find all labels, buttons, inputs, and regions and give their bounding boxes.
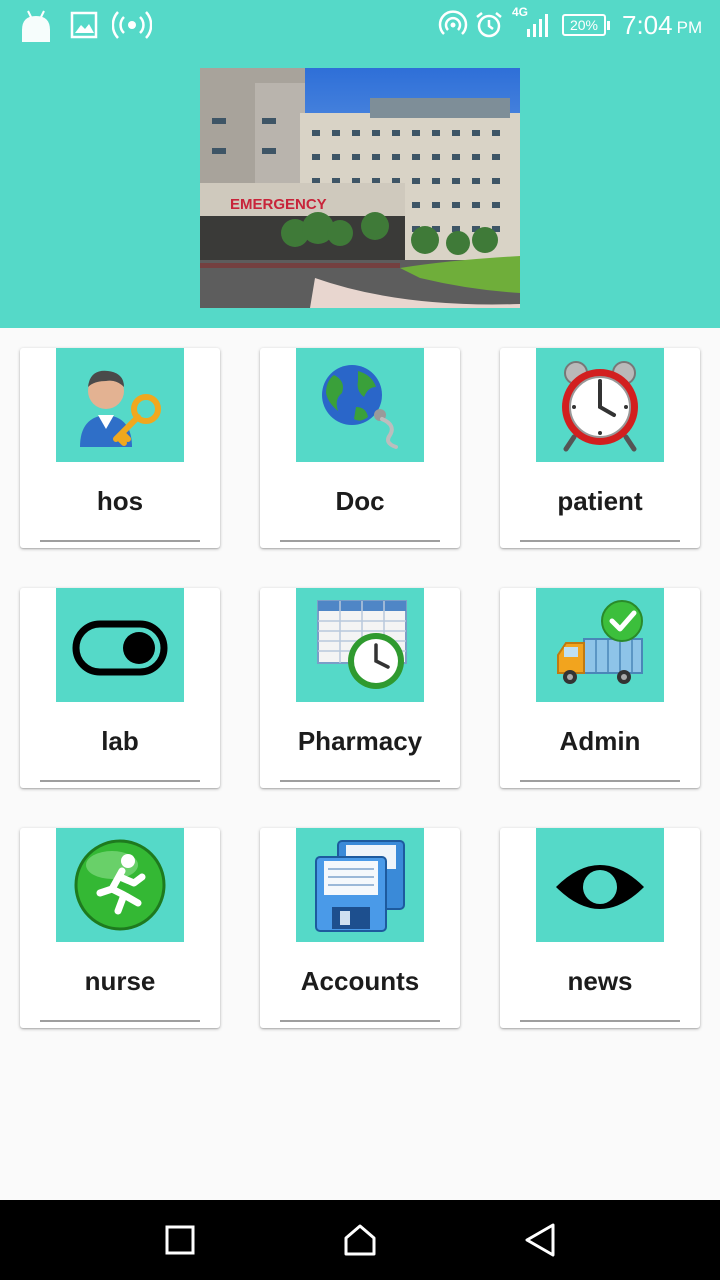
android-icon [20,8,52,42]
alarm-clock-icon [562,361,638,452]
menu-tile [296,588,424,702]
hotspot-icon [112,8,152,42]
menu-card-news[interactable]: news [500,828,700,1028]
menu-card-lab[interactable]: lab [20,588,220,788]
wifi-calling-icon [438,8,468,42]
hospital-image: EMERGENCY [200,68,520,308]
menu-tile [536,828,664,942]
globe-plug-icon [322,365,398,449]
menu-label-patient: patient [557,486,643,516]
card-divider [40,540,200,542]
menu-label-admin: Admin [559,726,641,756]
card-divider [40,1020,200,1022]
exit-runner-icon [74,839,166,931]
card-divider [520,1020,680,1022]
menu-card-hos[interactable]: hos [20,348,220,548]
menu-label-doc: Doc [335,486,385,516]
schedule-clock-icon [317,600,407,689]
card-divider [280,540,440,542]
menu-card-patient[interactable]: patient [500,348,700,548]
home-icon[interactable] [340,1220,380,1260]
menu-card-admin[interactable]: Admin [500,588,700,788]
floppy-disks-icon [315,840,405,932]
alarm-icon [474,8,504,42]
card-divider [280,780,440,782]
navigation-bar [0,1200,720,1280]
status-time-suffix: PM [676,18,703,37]
emergency-sign: EMERGENCY [230,196,327,213]
menu-label-accounts: Accounts [300,966,420,996]
status-bar: 4G 20% 7:04 PM [0,0,720,50]
menu-label-nurse: nurse [84,966,156,996]
menu-tile [536,588,664,702]
menu-label-lab: lab [101,726,139,756]
menu-tile [296,828,424,942]
recents-icon[interactable] [160,1220,200,1260]
toggle-icon [72,620,168,676]
eye-icon [556,865,644,909]
user-key-icon [80,370,161,447]
menu-card-pharmacy[interactable]: Pharmacy [260,588,460,788]
signal-icon: 4G [512,6,549,42]
menu-tile [296,348,424,462]
card-divider [40,780,200,782]
menu-tile [536,348,664,462]
card-divider [520,780,680,782]
menu-card-accounts[interactable]: Accounts [260,828,460,1028]
back-icon[interactable] [520,1220,560,1260]
status-time: 7:04 [622,9,673,40]
clock: 7:04 PM [622,8,702,42]
header-banner: EMERGENCY [0,50,720,328]
battery-percent: 20% [569,17,599,33]
card-divider [280,1020,440,1022]
menu-label-pharmacy: Pharmacy [297,726,423,756]
image-icon [70,8,98,42]
card-divider [520,540,680,542]
battery-icon: 20% [562,8,610,42]
delivery-truck-check-icon [557,600,643,684]
menu-card-doc[interactable]: Doc [260,348,460,548]
menu-label-news: news [567,966,633,996]
menu-card-nurse[interactable]: nurse [20,828,220,1028]
menu-tile [56,348,184,462]
menu-label-hos: hos [96,486,144,516]
menu-tile [56,588,184,702]
menu-tile [56,828,184,942]
